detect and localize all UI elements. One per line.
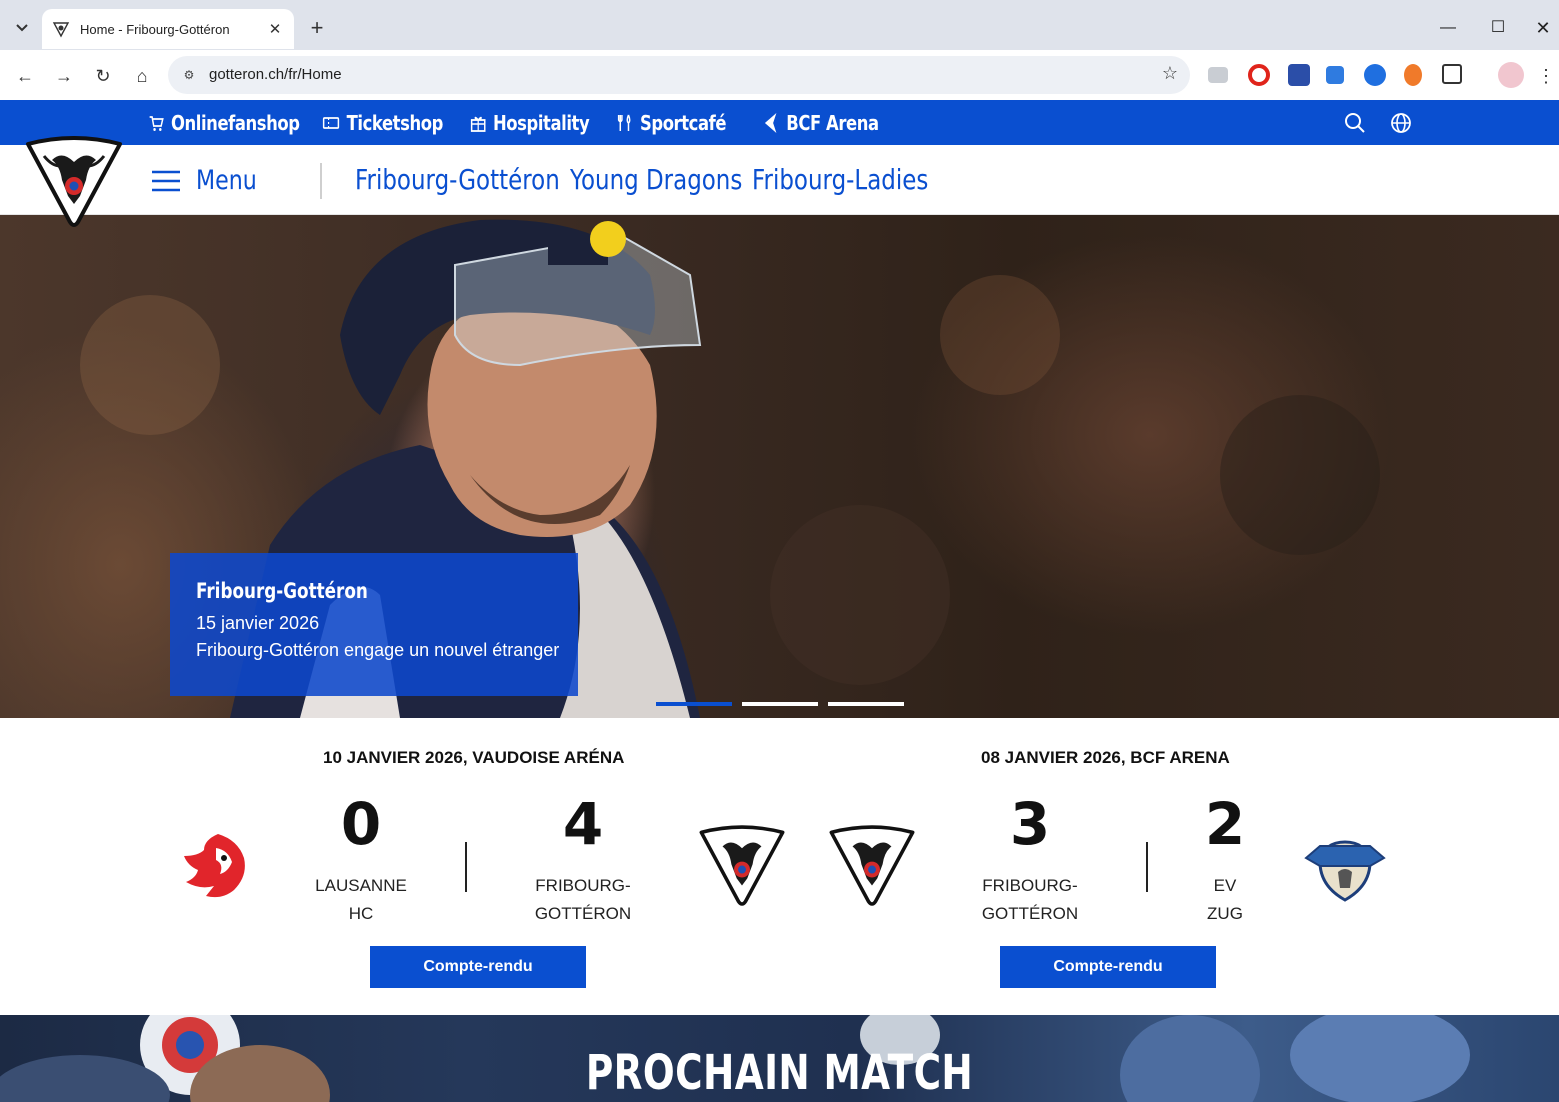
cart-icon bbox=[149, 116, 164, 131]
recent-results: 10 JANVIER 2026, VAUDOISE ARÉNA 0 LAUSAN… bbox=[0, 718, 1559, 1015]
search-icon[interactable] bbox=[1343, 111, 1367, 135]
menu-button[interactable]: Menu bbox=[150, 165, 270, 196]
cutlery-icon bbox=[617, 114, 631, 131]
reload-icon[interactable]: ↻ bbox=[89, 62, 117, 90]
url-text[interactable]: gotteron.ch/fr/Home bbox=[209, 66, 342, 83]
team-name-line: FRIBOURG- bbox=[535, 876, 631, 895]
match-1-away-score: 4 bbox=[562, 790, 604, 858]
tab-title: Home - Fribourg-Gottéron bbox=[80, 21, 230, 37]
browser-tab-active[interactable]: Home - Fribourg-Gottéron ✕ bbox=[42, 9, 294, 49]
main-navigation: Menu Fribourg-Gottéron Young Dragons Fri… bbox=[0, 145, 1559, 215]
extension-badge-icon[interactable] bbox=[1288, 64, 1310, 86]
team-name-line: HC bbox=[348, 904, 374, 923]
hamburger-menu-icon bbox=[152, 170, 180, 191]
topbar-link-bcf-arena[interactable]: BCF Arena bbox=[760, 110, 879, 136]
hero-card-headline[interactable]: Fribourg-Gottéron engage un nouvel étran… bbox=[196, 640, 559, 661]
camera-extension-icon[interactable] bbox=[1208, 67, 1228, 83]
bookmark-star-icon[interactable]: ☆ bbox=[1162, 63, 1178, 84]
carousel-dot-1[interactable] bbox=[656, 702, 732, 706]
maximize-button[interactable]: ☐ bbox=[1475, 12, 1521, 44]
menu-label: Menu bbox=[196, 165, 257, 196]
nav-link-fribourg-ladies[interactable]: Fribourg-Ladies bbox=[752, 163, 928, 196]
match-1-home-score: 0 bbox=[340, 790, 382, 858]
site-info-icon[interactable]: ⚙ bbox=[178, 64, 200, 86]
puzzle-person-extension-icon[interactable] bbox=[1404, 64, 1422, 86]
club-logo[interactable] bbox=[22, 136, 126, 228]
bcf-logo-icon bbox=[764, 113, 777, 133]
topbar-link-label: Ticketshop bbox=[346, 111, 444, 135]
nav-divider bbox=[320, 163, 322, 199]
minimize-button[interactable]: — bbox=[1425, 12, 1471, 44]
tag-extension-icon[interactable] bbox=[1326, 66, 1344, 84]
score-divider bbox=[465, 842, 467, 892]
hero-news-card[interactable]: Fribourg-Gottéron 15 janvier 2026 Fribou… bbox=[170, 553, 578, 696]
topbar-link-sportcafe[interactable]: Sportcafé bbox=[617, 110, 726, 136]
topbar-link-label: Onlinefanshop bbox=[170, 111, 300, 135]
team-name-line: LAUSANNE bbox=[315, 876, 407, 895]
gotteron-favicon-icon bbox=[52, 22, 70, 38]
score-divider bbox=[1146, 842, 1148, 892]
lausanne-hc-logo bbox=[184, 834, 245, 898]
match-2-home-score: 3 bbox=[1009, 790, 1051, 858]
new-tab-button[interactable]: + bbox=[304, 14, 330, 42]
nav-link-fribourg-gotteron[interactable]: Fribourg-Gottéron bbox=[355, 163, 560, 196]
next-match-banner: PROCHAIN MATCH bbox=[0, 1015, 1559, 1102]
topbar-link-label: BCF Arena bbox=[786, 111, 879, 135]
ev-zug-logo bbox=[1304, 840, 1386, 902]
close-window-button[interactable]: ✕ bbox=[1520, 12, 1559, 44]
browser-menu-icon[interactable]: ⋮ bbox=[1536, 62, 1556, 90]
topbar-link-onlinefanshop[interactable]: Onlinefanshop bbox=[148, 110, 300, 136]
match-2-report-button[interactable]: Compte-rendu bbox=[1000, 946, 1216, 988]
match-1-home-team: LAUSANNE HC bbox=[291, 872, 431, 928]
browser-toolbar: ← → ↻ ⌂ ⚙ gotteron.ch/fr/Home ☆ ⋮ bbox=[0, 50, 1559, 100]
match-2-home-team: FRIBOURG- GOTTÉRON bbox=[960, 872, 1100, 928]
topbar-link-hospitality[interactable]: Hospitality bbox=[470, 110, 590, 136]
match-1-heading: 10 JANVIER 2026, VAUDOISE ARÉNA bbox=[323, 748, 625, 767]
tab-search-button[interactable] bbox=[8, 14, 36, 42]
hero-card-date: 15 janvier 2026 bbox=[196, 613, 320, 633]
browser-window: Home - Fribourg-Gottéron ✕ + — ☐ ✕ ← → ↻… bbox=[0, 0, 1559, 1102]
gift-icon bbox=[470, 116, 486, 132]
topbar-link-label: Sportcafé bbox=[639, 111, 727, 135]
ticket-icon bbox=[322, 117, 340, 129]
hero-carousel[interactable]: Fribourg-Gottéron 15 janvier 2026 Fribou… bbox=[0, 215, 1559, 718]
chevron-down-icon bbox=[16, 24, 28, 32]
fribourg-gotteron-logo bbox=[829, 825, 915, 906]
team-name-line: ZUG bbox=[1207, 904, 1243, 923]
tab-close-icon[interactable]: ✕ bbox=[266, 20, 284, 38]
profile-avatar[interactable] bbox=[1498, 62, 1524, 88]
globe-icon[interactable] bbox=[1389, 111, 1413, 135]
carousel-dot-3[interactable] bbox=[828, 702, 904, 706]
team-name-line: EV bbox=[1213, 876, 1237, 895]
shield-extension-icon[interactable] bbox=[1364, 64, 1386, 86]
carousel-indicators bbox=[656, 702, 914, 706]
site-top-bar: Onlinefanshop Ticketshop Hospitality Spo… bbox=[0, 100, 1559, 145]
next-match-title: PROCHAIN MATCH bbox=[585, 1045, 974, 1101]
nav-link-young-dragons[interactable]: Young Dragons bbox=[570, 163, 742, 196]
team-name-line: GOTTÉRON bbox=[534, 904, 632, 923]
match-1-away-team: FRIBOURG- GOTTÉRON bbox=[513, 872, 653, 928]
match-2-heading: 08 JANVIER 2026, BCF ARENA bbox=[981, 748, 1230, 767]
address-bar[interactable]: ⚙ gotteron.ch/fr/Home ☆ bbox=[168, 56, 1190, 94]
match-2-away-team: EV ZUG bbox=[1155, 872, 1295, 928]
extensions-puzzle-icon[interactable] bbox=[1442, 64, 1462, 84]
fribourg-gotteron-logo bbox=[699, 825, 785, 906]
carousel-dot-2[interactable] bbox=[742, 702, 818, 706]
team-name-line: FRIBOURG- bbox=[982, 876, 1078, 895]
opera-extension-icon[interactable] bbox=[1248, 64, 1270, 86]
tab-strip: Home - Fribourg-Gottéron ✕ + — ☐ ✕ bbox=[0, 0, 1559, 56]
hero-card-category: Fribourg-Gottéron bbox=[196, 579, 368, 603]
match-2-away-score: 2 bbox=[1204, 790, 1246, 858]
topbar-link-label: Hospitality bbox=[492, 111, 590, 135]
team-name-line: GOTTÉRON bbox=[981, 904, 1079, 923]
forward-arrow-icon[interactable]: → bbox=[50, 62, 78, 90]
topbar-link-ticketshop[interactable]: Ticketshop bbox=[322, 110, 443, 136]
back-arrow-icon[interactable]: ← bbox=[11, 62, 39, 90]
home-icon[interactable]: ⌂ bbox=[128, 62, 156, 90]
match-1-report-button[interactable]: Compte-rendu bbox=[370, 946, 586, 988]
